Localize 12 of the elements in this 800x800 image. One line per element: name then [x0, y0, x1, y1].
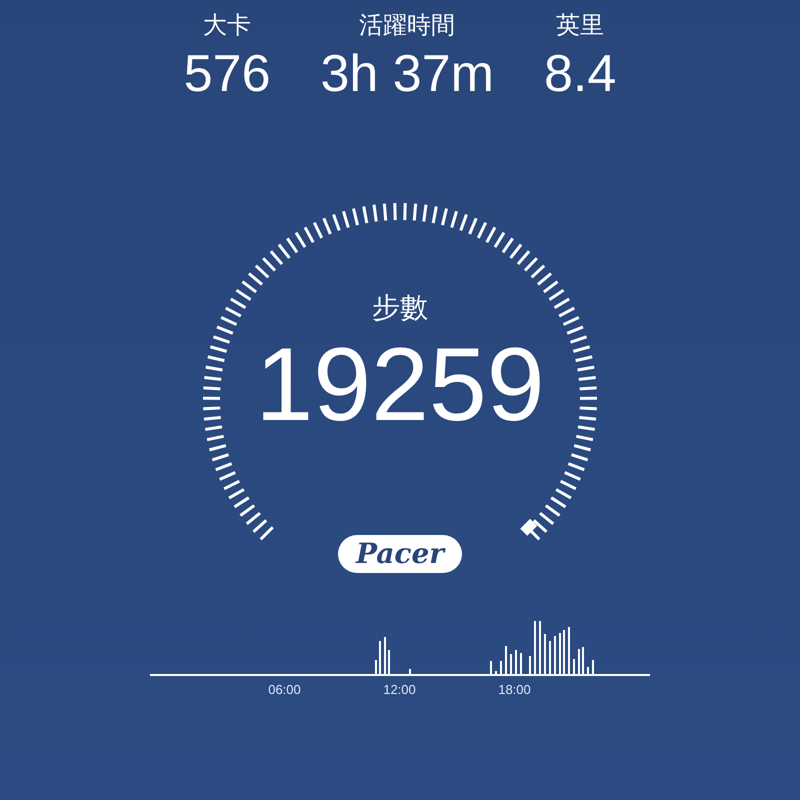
stat-label: 英里: [556, 10, 604, 41]
time-label: 18:00: [497, 681, 532, 699]
stat-value: 8.4: [544, 44, 616, 105]
stat-value: 3h 37m: [320, 44, 494, 105]
stat-label: 活躍時間: [359, 10, 456, 41]
steps-label: 步數: [372, 290, 428, 326]
stat-value: 576: [184, 44, 270, 105]
steps-count: 19259: [255, 330, 545, 440]
stat-label: 大卡: [203, 10, 252, 41]
pacer-logo: Pacer: [338, 535, 462, 573]
time-label: 06:00: [267, 681, 302, 699]
time-label: 12:00: [382, 681, 417, 699]
